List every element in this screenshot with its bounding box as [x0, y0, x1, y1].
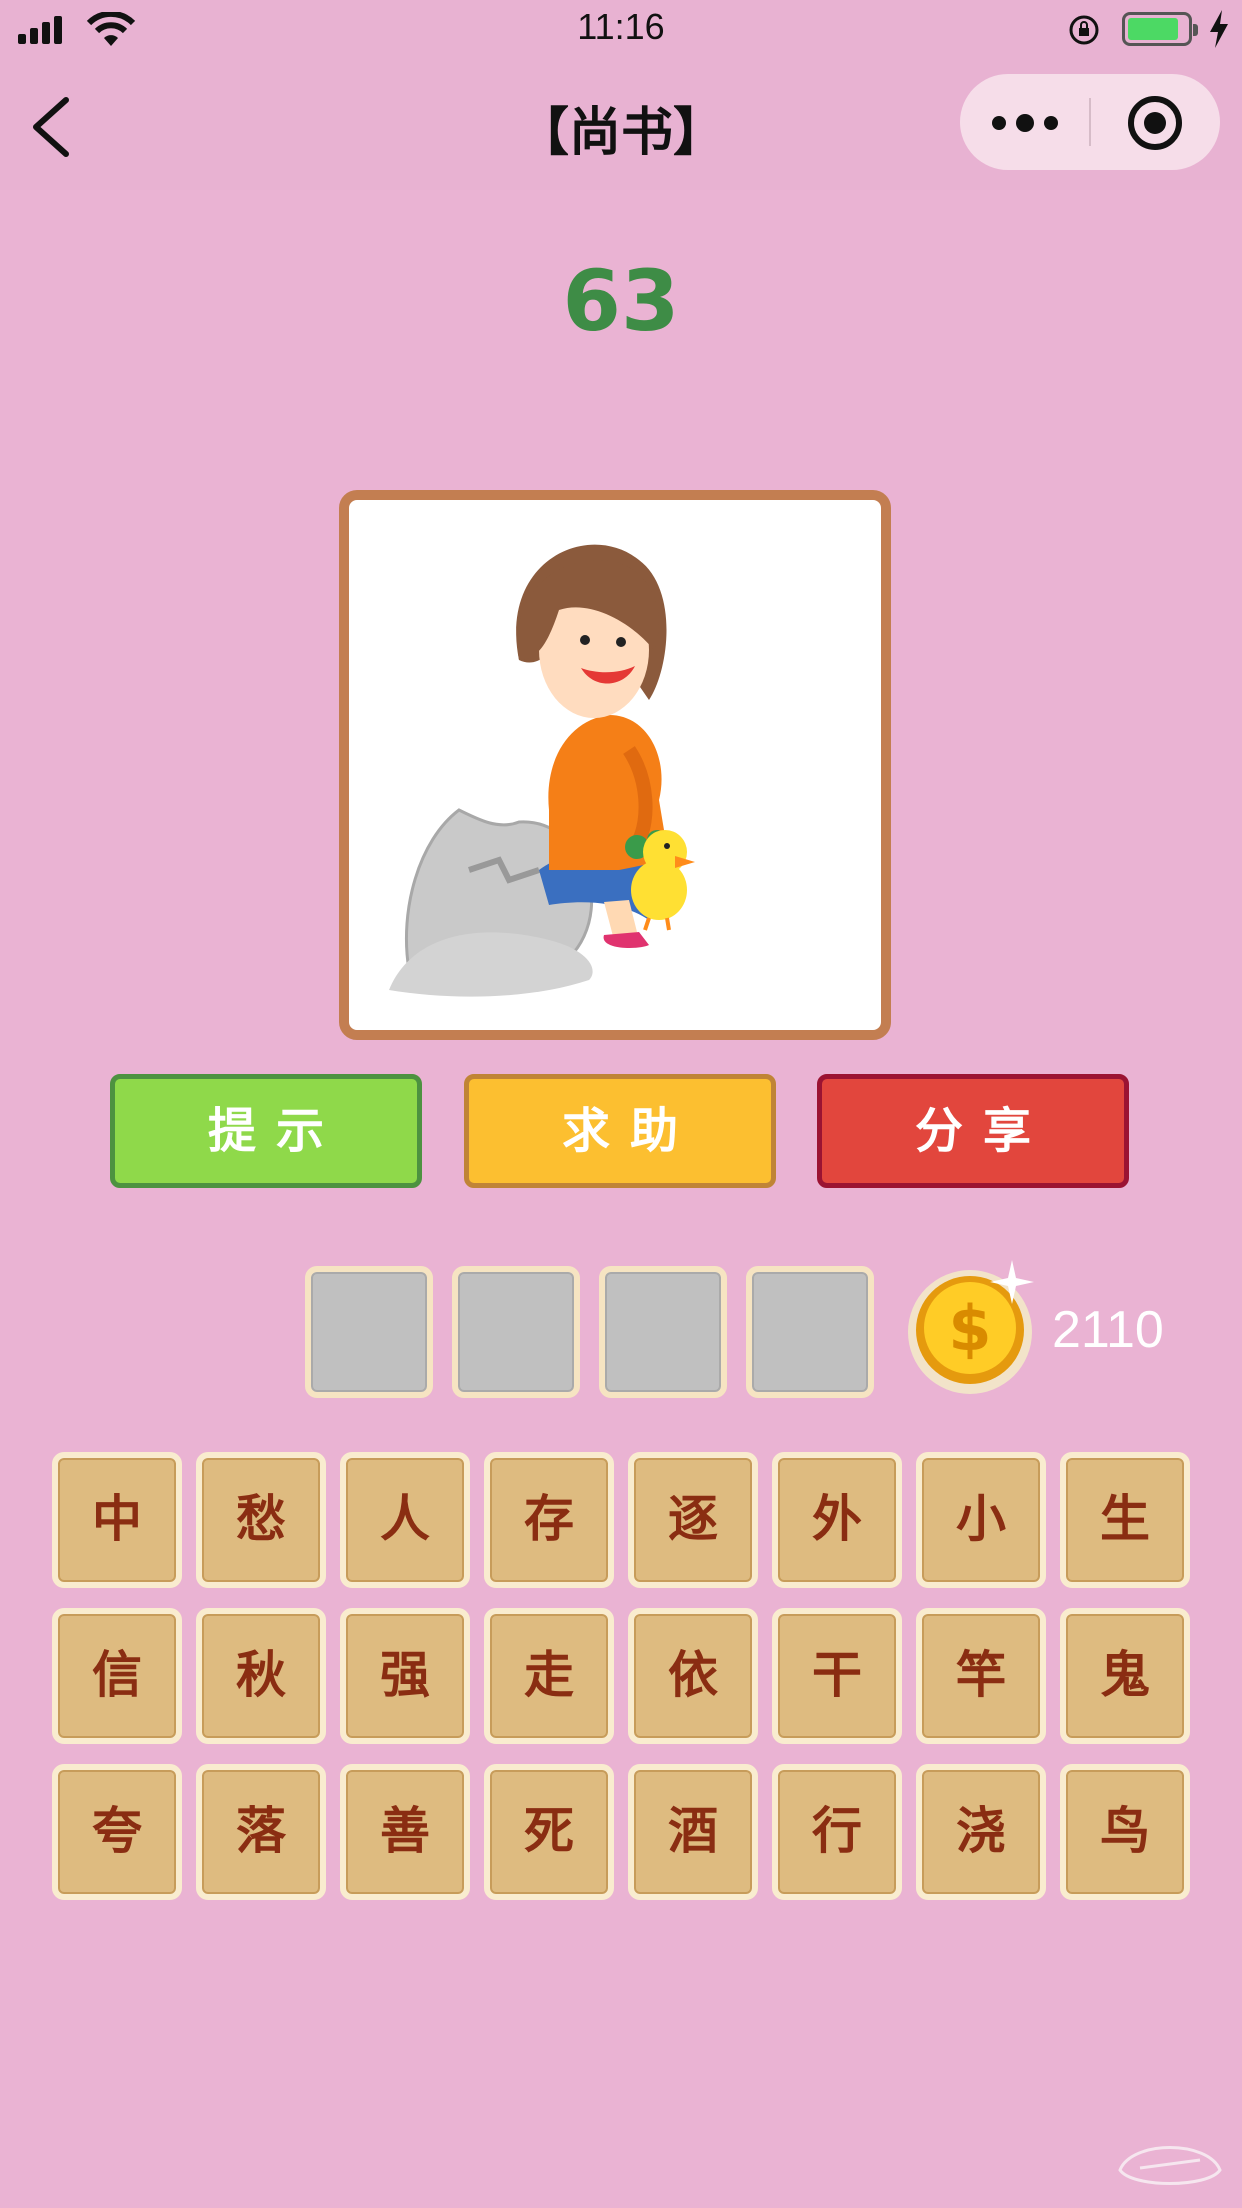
help-button[interactable]: 求助	[464, 1074, 776, 1188]
letter-tile[interactable]: 鬼	[1060, 1608, 1190, 1744]
letter-tile[interactable]: 中	[52, 1452, 182, 1588]
coin-count: 2110	[1052, 1301, 1164, 1359]
letter-tile[interactable]: 行	[772, 1764, 902, 1900]
hint-button[interactable]: 提示	[110, 1074, 422, 1188]
puzzle-image	[339, 490, 891, 1040]
letter-tile[interactable]: 落	[196, 1764, 326, 1900]
letter-tile[interactable]: 生	[1060, 1452, 1190, 1588]
letter-tile[interactable]: 依	[628, 1608, 758, 1744]
letter-tile[interactable]: 竿	[916, 1608, 1046, 1744]
letter-tile[interactable]: 小	[916, 1452, 1046, 1588]
gold-coin-icon: $	[908, 1260, 1034, 1394]
status-bar: 11:16	[0, 0, 1242, 60]
share-button[interactable]: 分享	[817, 1074, 1129, 1188]
letter-tile[interactable]: 逐	[628, 1452, 758, 1588]
nav-bar: 【尚书】	[0, 60, 1242, 190]
mini-program-capsule	[960, 74, 1220, 170]
letter-tile[interactable]: 存	[484, 1452, 614, 1588]
letter-tile[interactable]: 外	[772, 1452, 902, 1588]
letter-tile[interactable]: 夸	[52, 1764, 182, 1900]
answer-slot[interactable]	[305, 1266, 433, 1398]
letter-tile[interactable]: 浇	[916, 1764, 1046, 1900]
letter-tile[interactable]: 走	[484, 1608, 614, 1744]
capsule-divider	[1089, 98, 1091, 146]
letter-tile[interactable]: 酒	[628, 1764, 758, 1900]
letter-tile[interactable]: 秋	[196, 1608, 326, 1744]
letter-tile[interactable]: 人	[340, 1452, 470, 1588]
battery-icon	[1122, 12, 1198, 46]
girl-with-sack-illustration	[389, 544, 695, 997]
orientation-lock-icon	[1069, 15, 1099, 45]
level-number: 63	[562, 252, 680, 350]
watermark-logo	[1118, 2146, 1222, 2185]
close-target-icon[interactable]	[1128, 96, 1182, 150]
letter-tile[interactable]: 死	[484, 1764, 614, 1900]
status-time: 11:16	[577, 6, 665, 47]
answer-slot[interactable]	[599, 1266, 727, 1398]
letter-tile[interactable]: 善	[340, 1764, 470, 1900]
more-dots-icon[interactable]	[990, 96, 1070, 148]
letter-tile[interactable]: 鸟	[1060, 1764, 1190, 1900]
svg-text:$: $	[948, 1292, 991, 1365]
letter-tile[interactable]: 信	[52, 1608, 182, 1744]
answer-slot[interactable]	[746, 1266, 874, 1398]
charging-bolt-icon	[1210, 10, 1228, 48]
letter-tile[interactable]: 强	[340, 1608, 470, 1744]
letter-tile[interactable]: 干	[772, 1608, 902, 1744]
letter-tile[interactable]: 愁	[196, 1452, 326, 1588]
answer-slot[interactable]	[452, 1266, 580, 1398]
